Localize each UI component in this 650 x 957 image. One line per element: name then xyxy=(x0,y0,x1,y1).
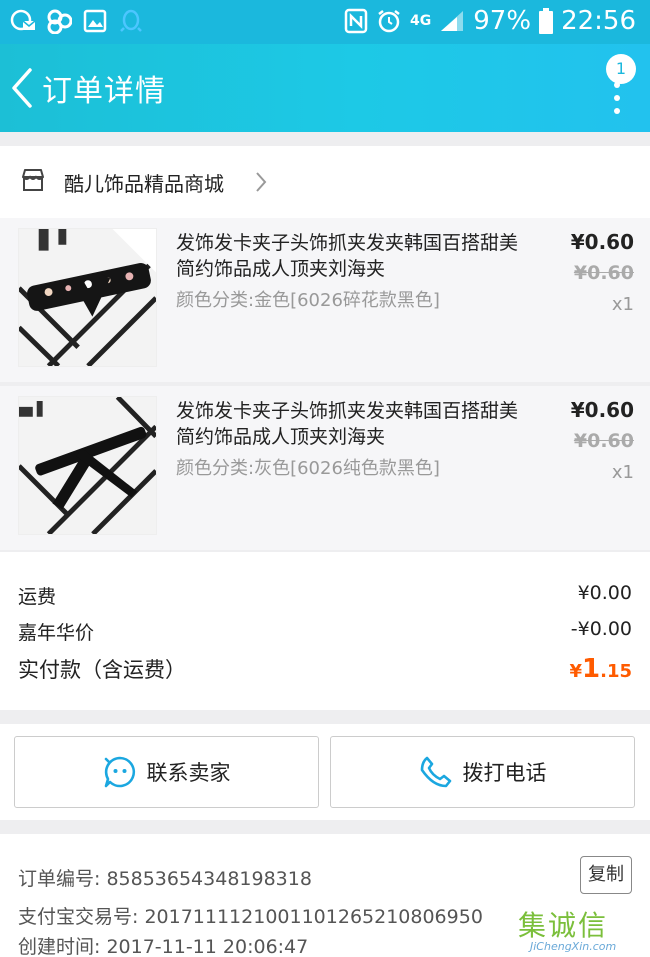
notification-icons xyxy=(10,8,144,34)
network-type: 4G xyxy=(410,13,432,29)
back-button[interactable] xyxy=(6,62,42,114)
more-dot-icon xyxy=(614,82,620,88)
alarm-icon xyxy=(378,10,400,33)
nfc-icon xyxy=(344,8,368,34)
call-phone-label: 拨打电话 xyxy=(462,761,547,785)
product-quantity: x1 xyxy=(611,294,634,315)
copy-button[interactable]: 复制 xyxy=(580,856,632,894)
product-quantity: x1 xyxy=(611,462,634,483)
battery-percent: 97% xyxy=(473,6,532,36)
watermark-url: JiChengXin.com xyxy=(530,940,617,953)
carnival-price-value: -¥0.00 xyxy=(570,618,632,640)
shop-row[interactable]: 酷儿饰品精品商城 xyxy=(0,146,650,218)
total-value: ¥1.15 xyxy=(569,654,632,684)
action-bar: 联系卖家 拨打电话 xyxy=(0,724,650,820)
shipping-label: 运费 xyxy=(18,586,57,608)
product-sku: 颜色分类:灰色[6026纯色款黑色] xyxy=(176,458,440,479)
status-bar: 4G 97% 22:56 xyxy=(0,0,650,44)
product-thumbnail xyxy=(18,228,157,367)
order-summary: 运费 ¥0.00 嘉年华价 -¥0.00 实付款（含运费） ¥1.15 xyxy=(0,552,650,710)
image-icon xyxy=(83,9,107,33)
shop-name: 酷儿饰品精品商城 xyxy=(64,172,224,196)
order-item[interactable]: 发饰发卡夹子头饰抓夹发夹韩国百搭甜美简约饰品成人顶夹刘海夹 颜色分类:金色[60… xyxy=(0,218,650,382)
contact-seller-label: 联系卖家 xyxy=(146,761,231,785)
product-title: 发饰发卡夹子头饰抓夹发夹韩国百搭甜美简约饰品成人顶夹刘海夹 xyxy=(176,232,519,280)
carnival-price-label: 嘉年华价 xyxy=(18,622,95,644)
total-label: 实付款（含运费） xyxy=(18,658,186,682)
total-decimal: .15 xyxy=(600,661,632,682)
app-8-icon xyxy=(47,9,72,34)
product-original-price: ¥0.60 xyxy=(573,430,634,452)
page-title: 订单详情 xyxy=(42,74,166,109)
product-sku: 颜色分类:金色[6026碎花款黑色] xyxy=(176,290,440,311)
watermark-logo: 集诚信 JiChengXin.com xyxy=(518,904,644,954)
phone-icon xyxy=(420,756,451,788)
chat-bubble-icon xyxy=(104,756,135,788)
chevron-right-icon xyxy=(256,172,267,192)
alipay-trade-number: 支付宝交易号: 2017111121001101265210806950 xyxy=(18,906,483,928)
notification-badge[interactable]: 1 xyxy=(606,54,636,84)
status-indicators: 4G 97% 22:56 xyxy=(344,6,636,36)
order-number: 订单编号: 85853654348198318 xyxy=(18,868,312,890)
contact-seller-button[interactable]: 联系卖家 xyxy=(14,736,319,808)
clock: 22:56 xyxy=(561,6,636,36)
product-price: ¥0.60 xyxy=(570,398,634,422)
product-title: 发饰发卡夹子头饰抓夹发夹韩国百搭甜美简约饰品成人顶夹刘海夹 xyxy=(176,400,519,448)
signal-icon xyxy=(441,11,464,31)
created-time: 创建时间: 2017-11-11 20:06:47 xyxy=(18,936,309,957)
order-item[interactable]: 发饰发卡夹子头饰抓夹发夹韩国百搭甜美简约饰品成人顶夹刘海夹 颜色分类:灰色[60… xyxy=(0,386,650,550)
email-sync-icon xyxy=(10,9,36,31)
battery-icon xyxy=(539,8,554,34)
product-thumbnail xyxy=(18,396,157,535)
product-original-price: ¥0.60 xyxy=(573,262,634,284)
shipping-value: ¥0.00 xyxy=(577,582,632,604)
watermark-chars: 集诚信 xyxy=(518,909,609,942)
product-price: ¥0.60 xyxy=(570,230,634,254)
total-currency: ¥ xyxy=(569,661,583,682)
app-header: 订单详情 1 xyxy=(0,44,650,132)
store-icon xyxy=(22,169,44,191)
qq-penguin-icon xyxy=(120,9,142,32)
call-phone-button[interactable]: 拨打电话 xyxy=(330,736,635,808)
total-integer: 1 xyxy=(582,654,601,684)
more-menu-button[interactable] xyxy=(612,82,622,126)
more-dot-icon xyxy=(614,95,620,101)
more-dot-icon xyxy=(614,108,620,114)
